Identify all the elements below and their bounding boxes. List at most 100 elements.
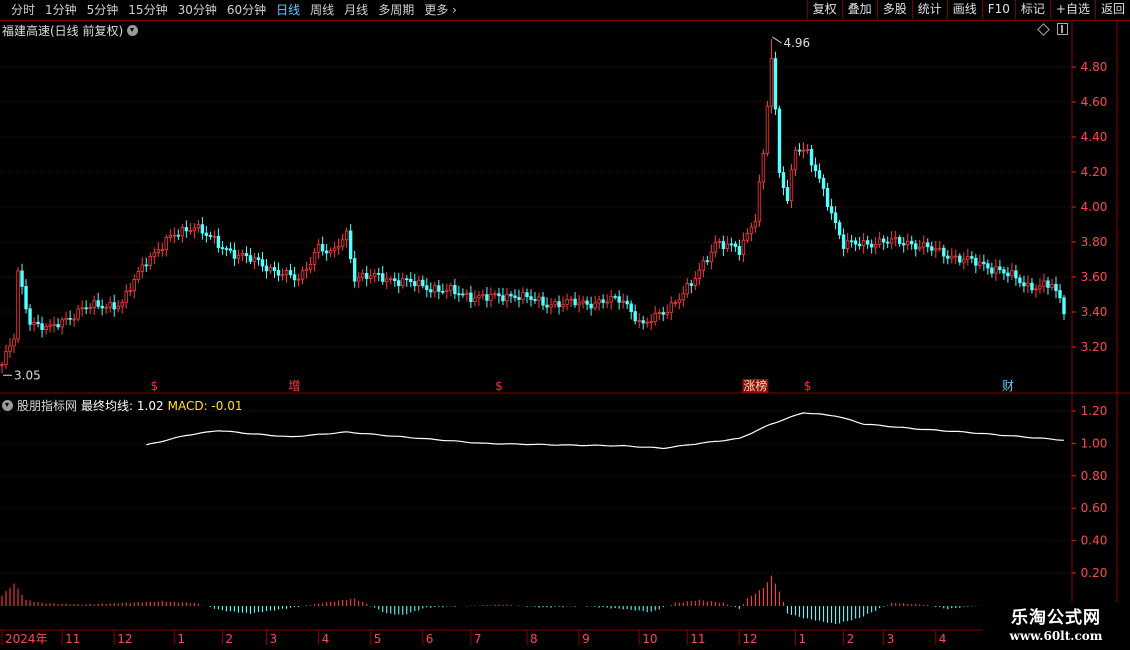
candle-body [373, 272, 377, 277]
candle-body [1038, 285, 1042, 290]
y-tick-label-sub: 0.60 [1081, 501, 1108, 515]
candle-body [417, 279, 421, 287]
candle-body [248, 255, 253, 262]
candle-body [529, 296, 533, 300]
candle-body [705, 260, 710, 263]
candle-body [477, 295, 481, 299]
candle-body [910, 240, 914, 245]
candle-body [493, 293, 497, 296]
annotation-pointer [772, 36, 782, 44]
candle-body [368, 275, 373, 279]
candle-body [296, 278, 301, 281]
candle-body [609, 296, 613, 303]
candle-body [72, 318, 76, 321]
candle-body [901, 243, 906, 246]
candle-body [260, 259, 265, 267]
candle-body [661, 312, 665, 315]
candle-body [966, 256, 970, 260]
candle-body [224, 248, 229, 250]
candle-body [1030, 282, 1034, 291]
x-tick-label: 4 [322, 632, 330, 646]
candle-body [108, 302, 112, 308]
candle-body [204, 232, 209, 236]
candle-body [761, 153, 766, 183]
candle-body [697, 269, 702, 279]
candle-body [801, 149, 806, 152]
candle-body [918, 246, 922, 250]
candle-body [164, 237, 169, 250]
candle-body [509, 293, 513, 297]
event-marker: 财 [1002, 379, 1014, 393]
candle-body [821, 177, 826, 189]
candle-body [16, 270, 20, 340]
candle-body [865, 240, 870, 245]
candle-body [1014, 270, 1018, 279]
candle-body [356, 276, 361, 282]
candle-body [914, 243, 918, 250]
candle-body [8, 345, 12, 352]
candle-body [869, 243, 874, 248]
x-tick-label: 3 [269, 632, 277, 646]
candle-body [312, 251, 317, 265]
candle-body [597, 299, 601, 304]
candle-body [1046, 280, 1050, 288]
indicator-dropdown-icon[interactable] [2, 400, 13, 411]
candle-body [20, 270, 24, 287]
candle-body [873, 244, 878, 248]
candle-body [240, 253, 245, 256]
candle-body [4, 350, 8, 365]
candle-body [264, 265, 269, 272]
candle-body [501, 295, 505, 302]
y-tick-label-sub: 0.80 [1081, 469, 1108, 483]
candle-body [637, 320, 641, 323]
y-tick-label: 3.80 [1081, 235, 1108, 249]
y-tick-label: 4.40 [1081, 130, 1108, 144]
candle-body [717, 241, 722, 243]
candle-body [769, 58, 774, 107]
indicator-line [146, 412, 1065, 450]
candle-body [645, 321, 649, 324]
candle-body [673, 302, 677, 304]
y-tick-label: 3.40 [1081, 305, 1108, 319]
candle-body [344, 230, 349, 241]
candle-body [0, 364, 4, 366]
x-tick-label: 1 [177, 632, 185, 646]
candle-body [485, 294, 489, 301]
candle-body [753, 220, 758, 228]
candle-body [200, 224, 205, 234]
candle-body [360, 272, 365, 278]
candle-body [232, 249, 237, 259]
event-marker: 增 [289, 379, 301, 393]
candle-body [713, 241, 718, 253]
candle-body [669, 302, 673, 313]
annotation-label: 4.96 [783, 36, 810, 50]
candle-body [288, 270, 293, 276]
candle-body [877, 238, 882, 245]
candle-body [228, 248, 233, 251]
candle-body [553, 301, 557, 306]
candle-body [701, 260, 706, 271]
candle-body [128, 290, 132, 293]
candle-body [441, 290, 445, 293]
candle-body [96, 300, 100, 307]
candle-body [469, 292, 473, 302]
candle-body [994, 266, 998, 274]
candle-body [709, 251, 714, 263]
candle-body [116, 305, 120, 310]
candle-body [1010, 270, 1014, 277]
stock-chart: 4.80 4.60 4.40 4.20 4.00 3.80 3.60 3.40 3.20 1.20… [0, 21, 1130, 646]
candle-body [397, 280, 401, 287]
candle-body [793, 149, 798, 171]
x-tick-label: 10 [642, 632, 657, 646]
candle-body [180, 227, 185, 237]
candle-body [885, 241, 890, 244]
candle-body [693, 278, 698, 286]
candle-body [934, 248, 938, 251]
candle-body [324, 250, 329, 254]
candle-body [336, 245, 341, 249]
candle-body [649, 321, 653, 324]
y-tick-label-sub: 0.40 [1081, 534, 1108, 548]
candle-body [256, 257, 261, 261]
candle-body [332, 247, 337, 252]
candle-body [144, 264, 148, 267]
